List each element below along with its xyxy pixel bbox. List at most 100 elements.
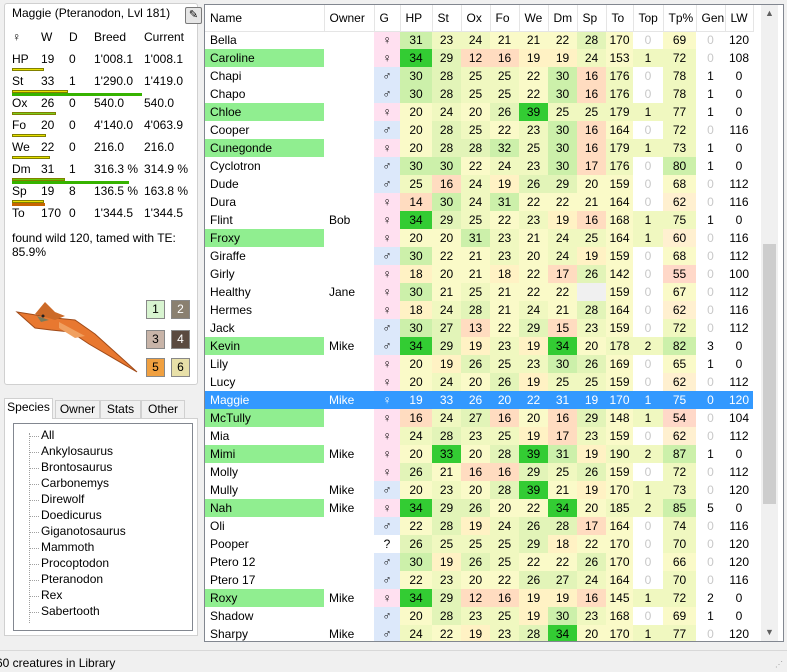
- table-row[interactable]: Caroline ♀ 34 29 12 16 19 19 24 153 1 72 0 108: [205, 49, 753, 67]
- table-row[interactable]: Chloe ♀ 20 24 20 26 39 25 25 179 1 77 1 0: [205, 103, 753, 121]
- table-row[interactable]: Cooper ♂ 20 28 25 22 23 30 16 164 0 72 0 116: [205, 121, 753, 139]
- table-row[interactable]: Mully Mike ♂ 20 23 20 28 39 21 19 170 1 73 0 120: [205, 481, 753, 499]
- cell-we: 39: [519, 445, 548, 463]
- table-row[interactable]: Kevin Mike ♂ 34 29 19 23 19 34 20 178 2 82 3 0: [205, 337, 753, 355]
- species-item[interactable]: Brontosaurus: [41, 460, 112, 474]
- tab-species[interactable]: Species: [4, 398, 53, 419]
- col-header-lw[interactable]: LW: [725, 5, 754, 32]
- cell-to: 164: [606, 301, 633, 319]
- cell-name: Dude: [210, 177, 239, 191]
- table-row[interactable]: Flint Bob ♀ 34 29 25 22 23 19 16 168 1 75 1 0: [205, 211, 753, 229]
- table-row[interactable]: Roxy Mike ♀ 34 29 12 16 19 19 16 145 1 72 2 0: [205, 589, 753, 607]
- table-row[interactable]: Nah Mike ♀ 34 29 26 20 22 34 20 185 2 85 5 0: [205, 499, 753, 517]
- cell-top: 1: [633, 49, 663, 67]
- species-item[interactable]: Ankylosaurus: [41, 444, 113, 458]
- species-item[interactable]: All: [41, 428, 54, 442]
- color-region-button-1[interactable]: 1: [146, 300, 165, 319]
- col-header-hp[interactable]: HP: [400, 5, 433, 32]
- table-row[interactable]: Ptero 12 ♂ 30 19 26 25 22 22 26 170 0 66 0 120: [205, 553, 753, 571]
- cell-g: ♂: [374, 85, 400, 103]
- col-header-we[interactable]: We: [519, 5, 549, 32]
- cell-tppct: 55: [663, 265, 696, 283]
- table-row[interactable]: Dude ♂ 25 16 24 19 26 29 20 159 0 68 0 112: [205, 175, 753, 193]
- color-region-button-2[interactable]: 2: [171, 300, 190, 319]
- scroll-thumb[interactable]: [763, 244, 776, 504]
- status-bar: 60 creatures in Library ⋰: [0, 650, 787, 672]
- table-row[interactable]: Molly ♀ 26 21 16 16 29 25 26 159 0 72 0 112: [205, 463, 753, 481]
- edit-creature-button[interactable]: ✎: [185, 7, 202, 24]
- table-row[interactable]: Maggie Mike ♀ 19 33 26 20 22 31 19 170 1 75 0 120: [205, 391, 753, 409]
- cell-fo: 21: [490, 31, 519, 49]
- cell-tppct: 65: [663, 355, 696, 373]
- tab-other[interactable]: Other: [141, 400, 185, 418]
- table-row[interactable]: Chapo ♂ 30 28 25 25 22 30 16 176 0 78 1 0: [205, 85, 753, 103]
- cell-st: 19: [432, 553, 461, 571]
- col-header-g[interactable]: G: [374, 5, 401, 32]
- col-header-dm[interactable]: Dm: [548, 5, 578, 32]
- table-row[interactable]: Sharpy Mike ♂ 24 22 19 23 28 34 20 170 1 77 0 120: [205, 625, 753, 641]
- color-region-button-4[interactable]: 4: [171, 330, 190, 349]
- cell-we: 23: [519, 211, 548, 229]
- cell-name: Oli: [210, 519, 225, 533]
- species-item[interactable]: Pteranodon: [41, 572, 103, 586]
- col-header-name[interactable]: Name: [205, 5, 325, 32]
- cell-name: Shadow: [210, 609, 254, 623]
- cell-gen: 0: [707, 627, 714, 641]
- table-row[interactable]: Jack ♂ 30 27 13 22 29 15 23 159 0 72 0 112: [205, 319, 753, 337]
- col-header-to[interactable]: To: [606, 5, 634, 32]
- table-row[interactable]: Shadow ♂ 20 28 23 25 19 30 23 168 0 69 1 0: [205, 607, 753, 625]
- species-item[interactable]: Rex: [41, 588, 62, 602]
- table-row[interactable]: Mia ♀ 24 28 23 25 19 17 23 159 0 62 0 112: [205, 427, 753, 445]
- col-header-top[interactable]: Top: [633, 5, 664, 32]
- scroll-up-icon[interactable]: ▲: [761, 5, 778, 22]
- table-row[interactable]: Giraffe ♂ 30 22 21 23 20 24 19 159 0 68 0 112: [205, 247, 753, 265]
- cell-lw: 0: [735, 141, 743, 155]
- table-row[interactable]: Cunegonde ♀ 20 28 28 32 25 30 16 179 1 73 1 0: [205, 139, 753, 157]
- table-row[interactable]: Froxy ♀ 20 20 31 23 21 24 25 164 1 60 0 116: [205, 229, 753, 247]
- table-row[interactable]: Oli ♂ 22 28 19 24 26 28 17 164 0 74 0 116: [205, 517, 753, 535]
- col-header-owner[interactable]: Owner: [324, 5, 375, 32]
- table-row[interactable]: Girly ♀ 18 20 21 18 22 17 26 142 0 55 0 100: [205, 265, 753, 283]
- species-item[interactable]: Carbonemys: [41, 476, 109, 490]
- species-item[interactable]: Giganotosaurus: [41, 524, 126, 538]
- species-item[interactable]: Procoptodon: [41, 556, 109, 570]
- cell-dm: 34: [548, 625, 577, 641]
- table-row[interactable]: Lucy ♀ 20 24 20 26 19 25 25 159 0 62 0 112: [205, 373, 753, 391]
- table-row[interactable]: Ptero 17 ♂ 22 23 20 22 26 27 24 164 0 70 0 116: [205, 571, 753, 589]
- table-row[interactable]: Chapi ♂ 30 28 25 25 22 30 16 176 0 78 1 0: [205, 67, 753, 85]
- col-header-st[interactable]: St: [432, 5, 462, 32]
- scroll-down-icon[interactable]: ▼: [761, 624, 778, 641]
- tab-owner[interactable]: Owner: [55, 400, 100, 418]
- table-row[interactable]: Bella ♀ 31 23 24 21 21 22 28 170 0 69 0 120: [205, 31, 753, 49]
- table-row[interactable]: Lily ♀ 20 19 26 25 23 30 26 169 0 65 1 0: [205, 355, 753, 373]
- col-header-fo[interactable]: Fo: [490, 5, 520, 32]
- cell-sp: 25: [577, 373, 606, 391]
- species-item[interactable]: Sabertooth: [41, 604, 100, 618]
- col-header-gen[interactable]: Gen: [696, 5, 726, 32]
- col-header-ox[interactable]: Ox: [461, 5, 491, 32]
- cell-top: 0: [644, 537, 652, 551]
- resize-grip-icon[interactable]: ⋰: [775, 660, 785, 670]
- color-region-button-6[interactable]: 6: [171, 358, 190, 377]
- table-row[interactable]: Dura ♀ 14 30 24 31 22 22 21 164 0 62 0 116: [205, 193, 753, 211]
- col-header-sp[interactable]: Sp: [577, 5, 607, 32]
- table-row[interactable]: Pooper? 26 25 25 25 29 18 22 170 0 70 0 120: [205, 535, 753, 553]
- stat-d: 0: [69, 206, 76, 220]
- table-scrollbar[interactable]: ▲ ▼: [761, 5, 778, 641]
- tab-stats[interactable]: Stats: [100, 400, 141, 418]
- color-region-button-3[interactable]: 3: [146, 330, 165, 349]
- cell-name: Chloe: [205, 103, 324, 121]
- cell-g: ♀: [374, 391, 400, 409]
- cell-hp: 16: [400, 409, 432, 427]
- col-header-tppct[interactable]: Tp%: [663, 5, 697, 32]
- table-row[interactable]: Mimi Mike ♀ 20 33 20 28 39 31 19 190 2 87 1 0: [205, 445, 753, 463]
- table-row[interactable]: Healthy Jane ♀ 30 21 25 21 22 22 159 0 67 0 112: [205, 283, 753, 301]
- species-item[interactable]: Doedicurus: [41, 508, 102, 522]
- species-item[interactable]: Direwolf: [41, 492, 84, 506]
- cell-g: ♀: [374, 103, 400, 121]
- table-row[interactable]: Cyclotron ♂ 30 30 22 24 23 30 17 176 0 80 1 0: [205, 157, 753, 175]
- species-item[interactable]: Mammoth: [41, 540, 94, 554]
- table-row[interactable]: Hermes ♀ 18 24 28 21 24 21 28 164 0 62 0 116: [205, 301, 753, 319]
- table-row[interactable]: McTully ♀ 16 24 27 16 20 16 29 148 1 54 0 104: [205, 409, 753, 427]
- color-region-button-5[interactable]: 5: [146, 358, 165, 377]
